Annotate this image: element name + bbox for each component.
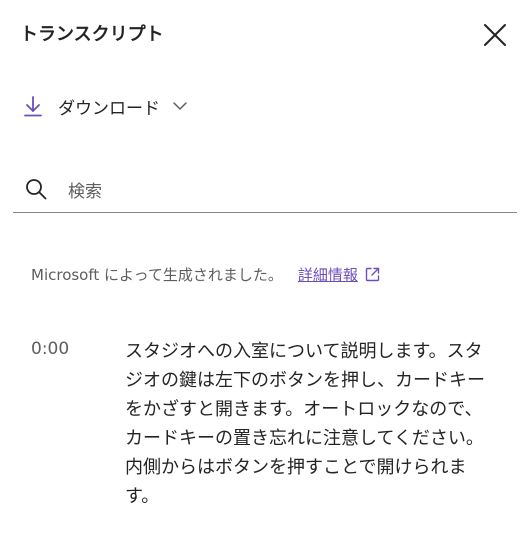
download-label: ダウンロード	[58, 98, 160, 119]
panel-header: トランスクリプト	[20, 18, 512, 52]
entry-text: スタジオへの入室について説明します。スタジオの鍵は左下のボタンを押し、カードキー…	[125, 341, 485, 507]
download-button[interactable]: ダウンロード	[20, 90, 188, 122]
external-link-icon[interactable]	[364, 266, 381, 283]
search-icon	[26, 179, 47, 200]
search-placeholder: 検索	[68, 182, 102, 202]
close-icon	[484, 24, 506, 46]
search-box[interactable]: 検索	[13, 166, 517, 213]
more-info-link[interactable]: 詳細情報	[298, 264, 358, 285]
transcript-panel: トランスクリプト ダウンロード 検索 Microsoft によって生成されました…	[0, 0, 532, 537]
close-button[interactable]	[478, 18, 512, 52]
notice-text: Microsoft によって生成されました。	[31, 266, 283, 284]
entry-timestamp[interactable]: 0:00	[31, 339, 69, 359]
chevron-down-icon	[173, 102, 187, 110]
panel-title: トランスクリプト	[20, 24, 164, 45]
download-arrow-icon	[24, 96, 42, 117]
generated-notice: Microsoft によって生成されました。 詳細情報	[31, 264, 381, 285]
